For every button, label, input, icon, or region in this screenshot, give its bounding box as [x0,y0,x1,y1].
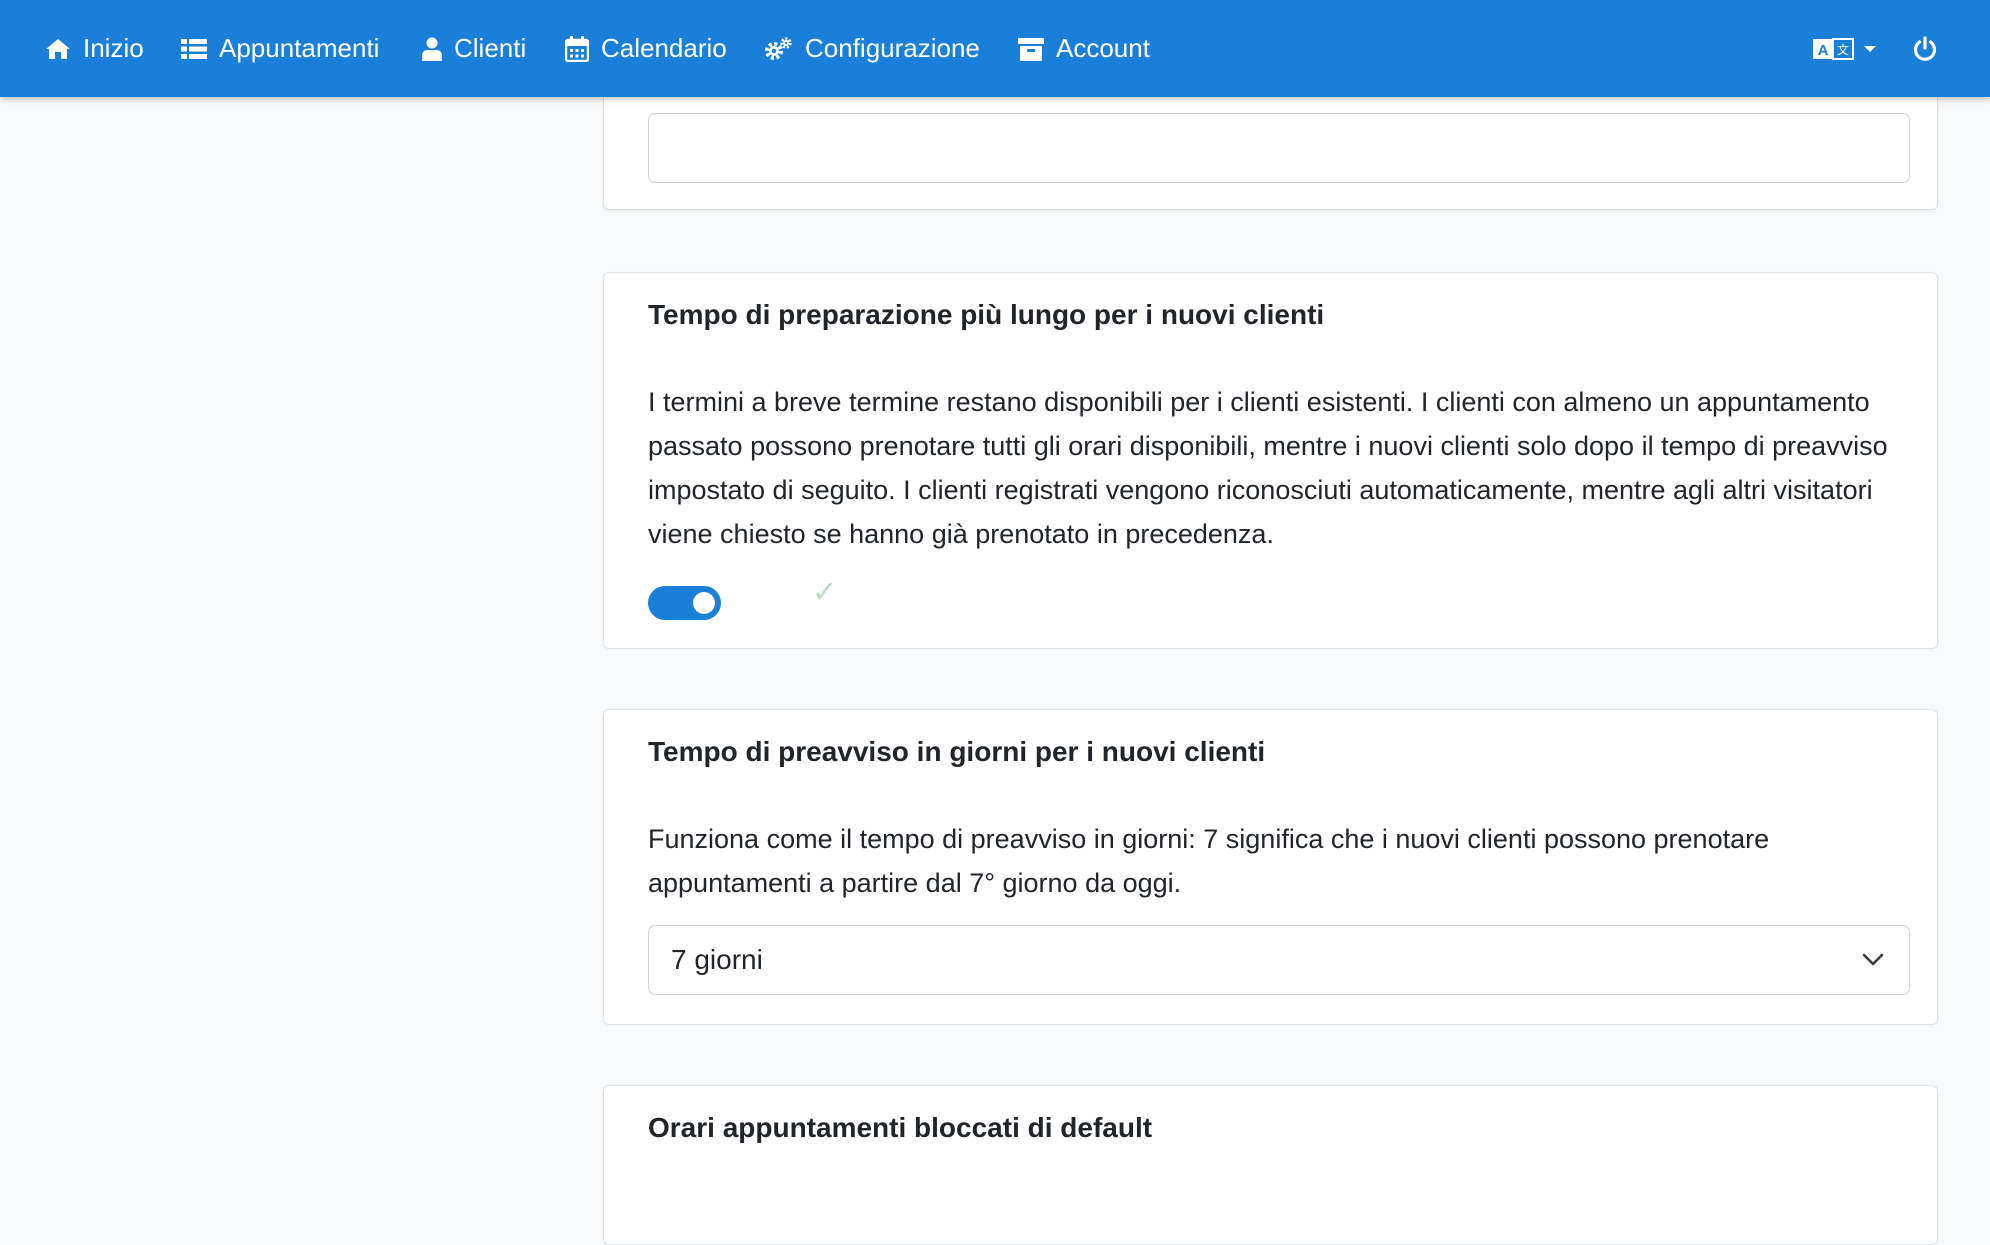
nav-label-configurazione: Configurazione [805,33,980,63]
settings-card-blocked-hours: Orari appuntamenti bloccati di default [603,1085,1938,1245]
power-icon [1913,35,1937,61]
nav-label-clienti: Clienti [454,33,527,63]
language-icon: A 文 [1813,37,1854,60]
logout-button[interactable] [1912,0,1938,97]
card-title-preparation-time: Tempo di preparazione più lungo per i nu… [648,299,1325,330]
preparation-time-toggle[interactable] [648,586,721,620]
nav-item-configurazione[interactable]: Configurazione [763,0,980,97]
home-icon [46,38,70,59]
nav-label-account: Account [1056,33,1150,63]
nav-item-clienti[interactable]: Clienti [422,0,526,97]
nav-item-inizio[interactable]: Inizio [45,0,144,97]
notice-days-select[interactable]: 7 giorni [648,925,1910,995]
saved-check-icon: ✓ [812,576,838,609]
settings-card-preparation-time: Tempo di preparazione più lungo per i nu… [603,272,1938,649]
language-menu[interactable]: A 文 [1813,0,1877,97]
svg-text:文: 文 [1837,42,1849,57]
svg-text:A: A [1818,42,1829,59]
nav-label-calendario: Calendario [601,33,727,63]
nav-label-inizio: Inizio [83,33,144,63]
card-title-notice-days: Tempo di preavviso in giorni per i nuovi… [648,736,1266,767]
nav-item-calendario[interactable]: Calendario [565,0,727,97]
top-navbar: Inizio Appuntamenti Clienti Calendario C… [0,0,1990,97]
settings-card-notice-days: Tempo di preavviso in giorni per i nuovi… [603,709,1938,1025]
caret-down-icon [1864,45,1876,52]
card-description-notice-days: Funziona come il tempo di preavviso in g… [648,824,1770,898]
card-description-preparation-time: I termini a breve termine restano dispon… [648,387,1888,549]
cogs-icon [765,36,792,60]
notice-days-selected-value: 7 giorni [671,944,763,975]
chevron-down-icon [1862,953,1884,966]
nav-item-appuntamenti[interactable]: Appuntamenti [181,0,379,97]
archive-icon [1018,37,1044,61]
calendar-icon [565,35,589,62]
toggle-knob [693,592,715,614]
card-title-blocked-hours: Orari appuntamenti bloccati di default [648,1112,1153,1143]
list-icon [181,38,207,59]
user-icon [422,37,442,61]
nav-label-appuntamenti: Appuntamenti [219,33,380,63]
nav-item-account[interactable]: Account [1018,0,1150,97]
settings-text-input[interactable] [648,113,1910,183]
